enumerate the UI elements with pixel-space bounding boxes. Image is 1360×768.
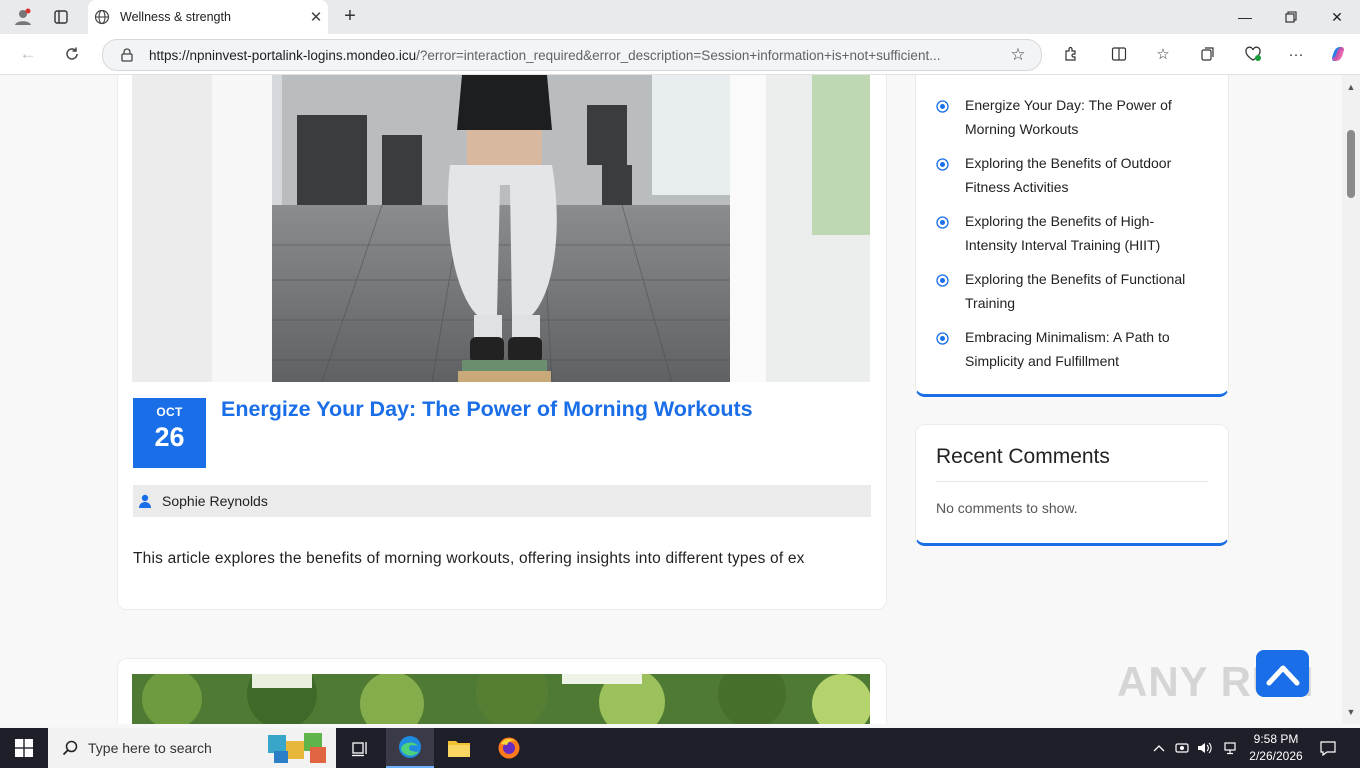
post-featured-image[interactable] [132,75,870,382]
recent-comments-widget [915,424,1229,546]
post-excerpt: This article explores the benefits of mo… [133,550,805,567]
browser-titlebar: Wellness & strength ✕ + — ✕ [0,0,1360,34]
split-screen-icon[interactable] [1106,42,1132,66]
minimize-icon[interactable]: — [1222,0,1268,34]
extensions-icon[interactable] [1058,42,1084,66]
favorite-star-icon[interactable]: ☆ [1007,45,1029,65]
recent-post-item: Energize Your Day: The Power of Morning W… [936,97,1206,141]
post-date-month: OCT [156,405,183,419]
next-post-image[interactable] [132,674,870,724]
network-icon[interactable] [1220,728,1242,768]
circle-bullet-icon [936,158,949,171]
file-explorer-icon[interactable] [435,728,483,768]
user-icon [139,494,151,508]
show-hidden-icons[interactable] [1148,728,1170,768]
recent-post-item: Exploring the Benefits of High- Intensity… [936,213,1206,257]
address-bar[interactable]: https://npninvest-portalink-logins.monde… [102,39,1042,71]
post-title-link[interactable]: Energize Your Day: The Power of Morning … [221,397,753,422]
search-icon [62,740,78,756]
browser-essentials-icon[interactable] [1240,42,1266,66]
recent-post-link[interactable]: Exploring the Benefits of Outdoor Fitness… [965,151,1171,199]
recent-comments-title: Recent Comments [936,445,1110,468]
search-highlight-icon [268,733,326,763]
windows-logo-icon [15,739,33,757]
no-comments-text: No comments to show. [936,500,1078,516]
notifications-icon[interactable] [1314,728,1342,768]
scroll-to-top-button[interactable] [1256,650,1309,697]
new-tab-button[interactable]: + [338,4,362,30]
post-meta-bar: Sophie Reynolds [133,485,871,517]
collections-icon[interactable] [1195,42,1221,66]
chevron-up-icon [1266,665,1299,685]
recent-post-item: Embracing Minimalism: A Path to Simplicit… [936,329,1206,373]
globe-icon [94,9,110,25]
favorites-icon[interactable]: ☆ [1150,42,1176,66]
restore-icon[interactable] [1268,0,1314,34]
task-view-icon[interactable] [336,728,384,768]
page-scrollbar[interactable]: ▲ ▼ [1342,75,1360,724]
taskbar-search[interactable]: Type here to search [48,728,336,768]
browser-toolbar: ← https://npninvest-portalink-logins.mon… [0,34,1360,75]
clock-time: 9:58 PM [1253,732,1299,746]
recent-post-link[interactable]: Energize Your Day: The Power of Morning W… [965,93,1172,141]
page-viewport: OCT 26 Energize Your Day: The Power of M… [0,75,1342,724]
windows-taskbar: Type here to search 9:58 PM 2/26/2026 [0,728,1360,768]
more-options-icon[interactable]: ··· [1283,42,1309,66]
circle-bullet-icon [936,100,949,113]
site-info-icon[interactable] [119,47,135,63]
scrollbar-thumb[interactable] [1347,130,1355,198]
browser-tab[interactable]: Wellness & strength ✕ [88,0,328,34]
url-host: https://npninvest-portalink-logins.monde… [149,47,417,63]
post-date-badge: OCT 26 [133,398,206,468]
post-author-link[interactable]: Sophie Reynolds [162,493,268,509]
circle-bullet-icon [936,216,949,229]
recent-post-link[interactable]: Exploring the Benefits of High- Intensity… [965,209,1160,257]
start-button[interactable] [0,728,48,768]
recent-post-link[interactable]: Embracing Minimalism: A Path to Simplicit… [965,325,1170,373]
recent-post-item: Exploring the Benefits of Outdoor Fitness… [936,155,1206,199]
profile-icon[interactable] [8,0,38,34]
refresh-icon[interactable] [58,40,86,68]
recent-post-link[interactable]: Exploring the Benefits of Functional Trai… [965,267,1185,315]
back-icon[interactable]: ← [14,40,42,68]
close-window-icon[interactable]: ✕ [1314,0,1360,34]
tab-title: Wellness & strength [120,10,231,24]
tab-actions-icon[interactable] [46,0,76,34]
url-path: /?error=interaction_required&error_descr… [416,47,941,63]
circle-bullet-icon [936,332,949,345]
close-tab-icon[interactable]: ✕ [304,8,328,26]
post-date-day: 26 [154,422,185,452]
recent-post-item: Exploring the Benefits of Functional Trai… [936,271,1206,315]
taskbar-clock[interactable]: 9:58 PM 2/26/2026 [1248,731,1304,765]
firefox-icon[interactable] [485,728,533,768]
widget-divider [936,481,1208,482]
scroll-up-arrow-icon[interactable]: ▲ [1342,79,1360,95]
volume-icon[interactable] [1194,728,1216,768]
search-placeholder: Type here to search [88,740,212,756]
url-text[interactable]: https://npninvest-portalink-logins.monde… [149,48,1007,63]
clock-date: 2/26/2026 [1249,749,1303,763]
meet-now-icon[interactable] [1172,728,1192,768]
scroll-down-arrow-icon[interactable]: ▼ [1342,704,1360,720]
copilot-icon[interactable] [1325,42,1351,66]
edge-taskbar-icon[interactable] [386,728,434,768]
circle-bullet-icon [936,274,949,287]
